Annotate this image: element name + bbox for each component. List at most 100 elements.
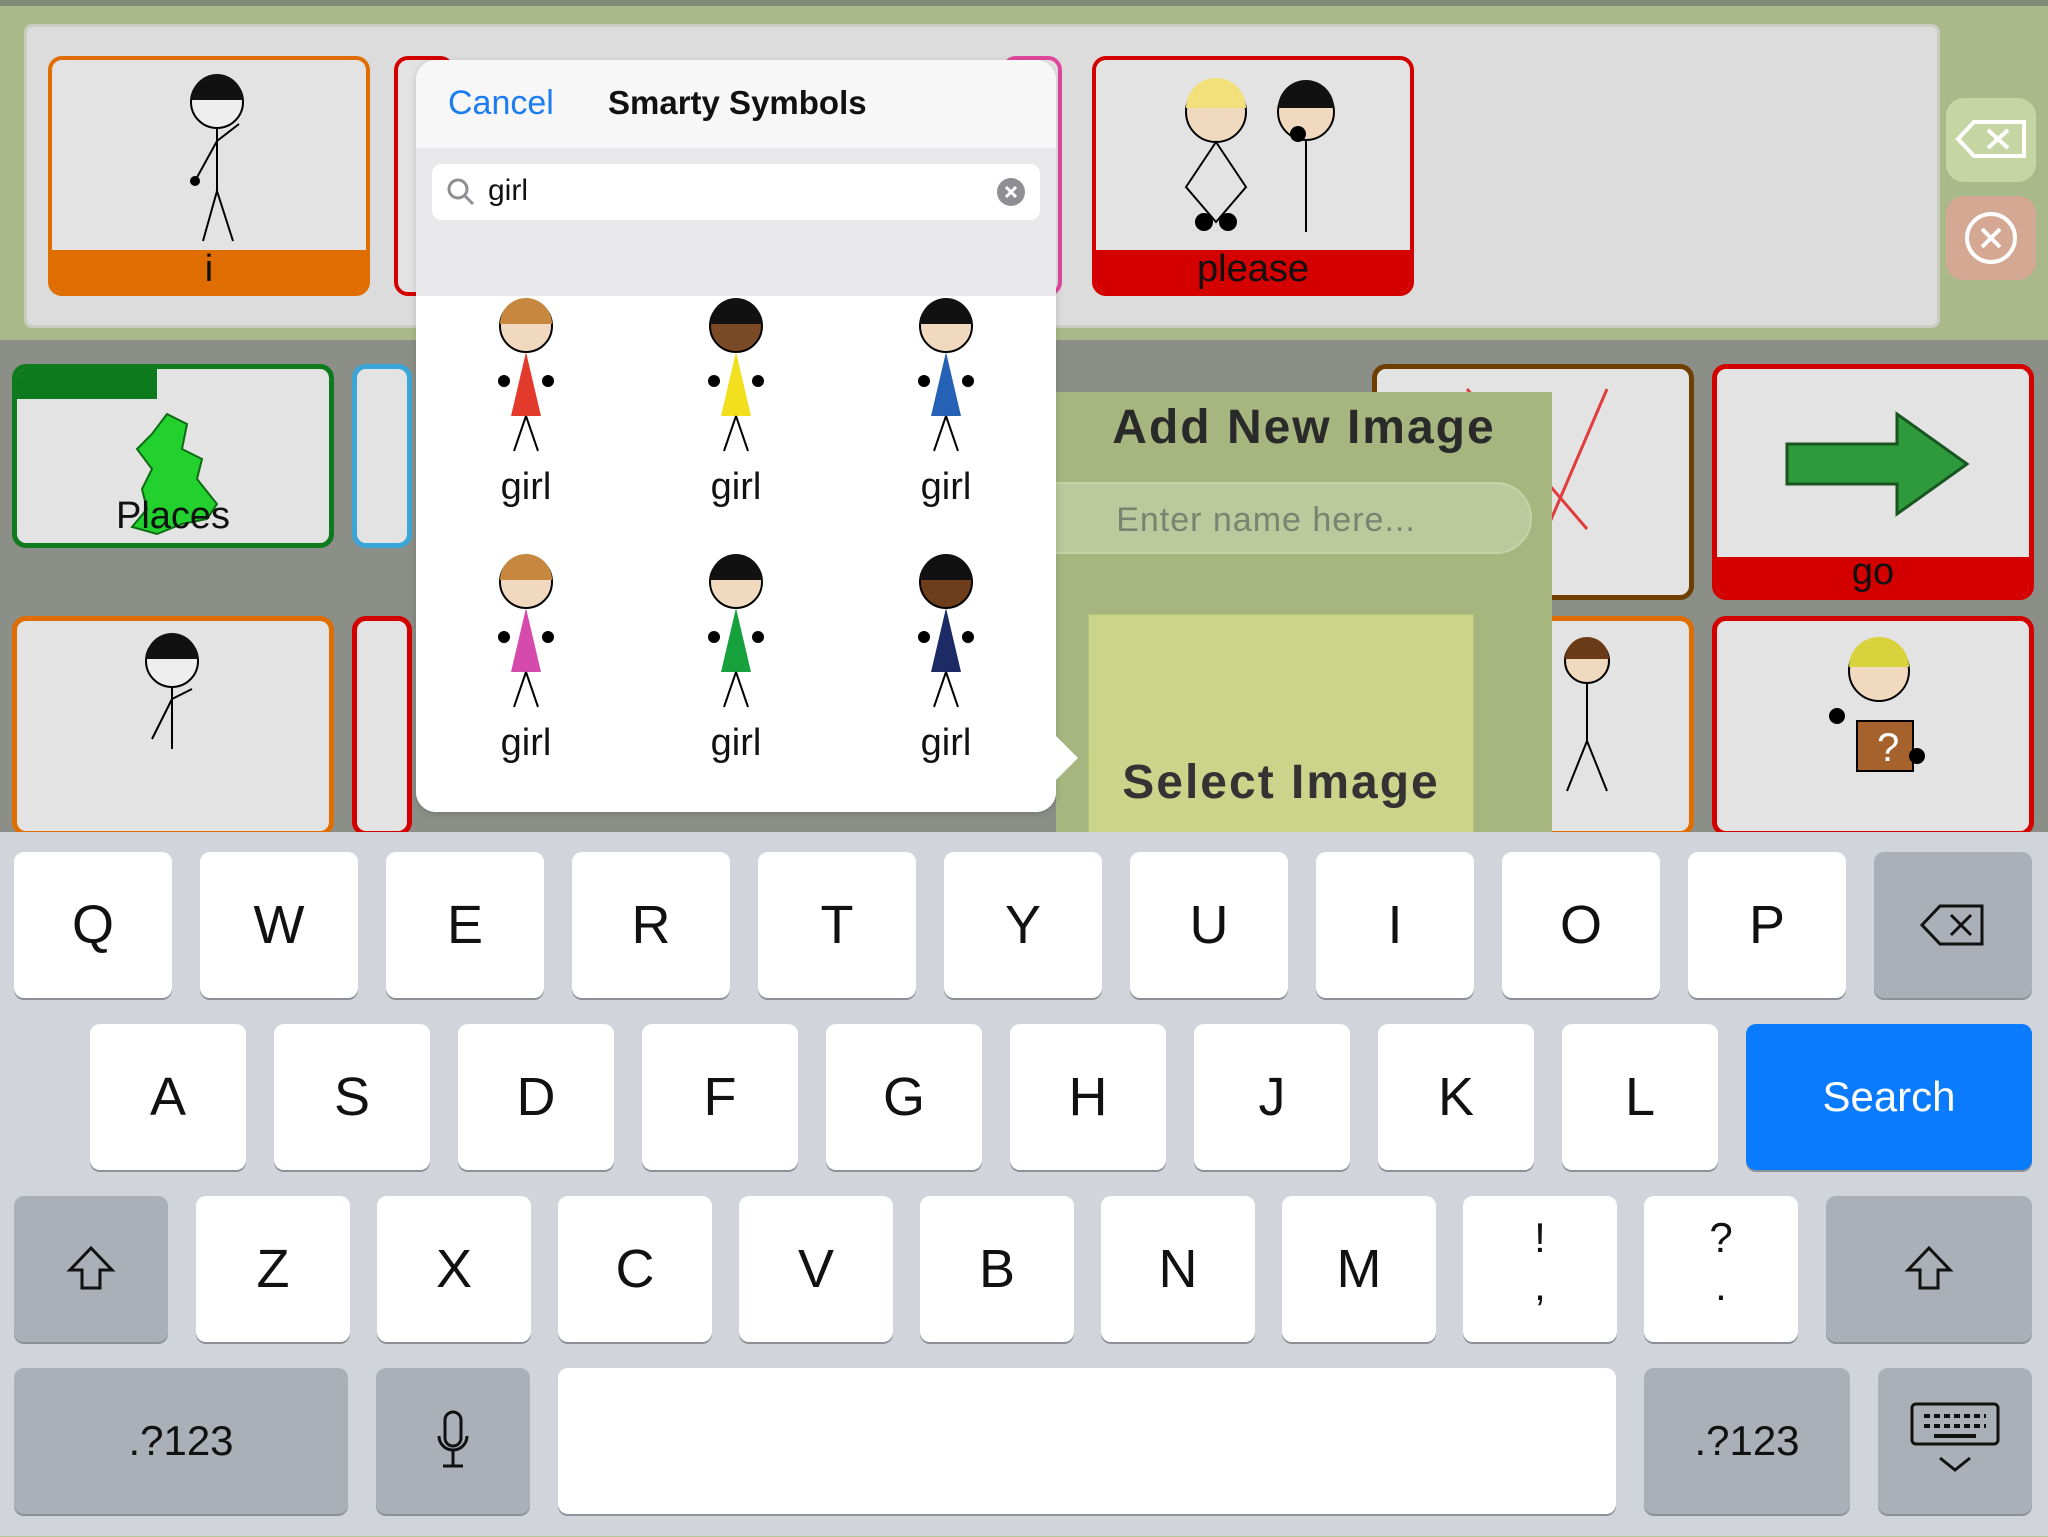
result-item[interactable]: girl [846,296,1046,556]
popover-header: Cancel Smarty Symbols [416,60,1056,149]
dismiss-keyboard-key[interactable] [1878,1368,2032,1514]
select-image-button[interactable]: Select Image [1088,614,1474,832]
search-text: girl [488,174,529,207]
result-label: girl [500,722,552,764]
key-e[interactable]: E [386,852,544,998]
result-item[interactable] [846,808,1046,812]
key-d[interactable]: D [458,1024,614,1170]
result-item[interactable] [636,808,836,812]
image-name-input[interactable]: Enter name here... [1000,482,1532,554]
key-secondary: , [1534,1262,1546,1309]
key-a[interactable]: A [90,1024,246,1170]
person-question-icon: ? [1829,637,1925,772]
key-q[interactable]: Q [14,852,172,998]
shift-key-right[interactable] [1826,1196,2032,1342]
numbers-key-right[interactable]: .?123 [1644,1368,1850,1514]
girl-icon [498,298,554,452]
delete-key[interactable] [1874,852,2032,998]
key-primary: ! [1534,1214,1546,1261]
backspace-icon [1919,904,1984,946]
key-t[interactable]: T [758,852,916,998]
microphone-icon [437,1410,469,1468]
key-r[interactable]: R [572,852,730,998]
key-f[interactable]: F [642,1024,798,1170]
girl-icon [676,808,796,812]
key-u[interactable]: U [1130,852,1288,998]
result-label: girl [710,466,762,508]
shift-icon [66,1245,116,1290]
key-z[interactable]: Z [196,1196,350,1342]
key-m[interactable]: M [1282,1196,1436,1342]
smarty-symbols-popover: Cancel Smarty Symbols girl girl girl gir… [416,60,1056,812]
folder-tab [17,369,157,399]
key-n[interactable]: N [1101,1196,1255,1342]
result-label: girl [920,722,972,764]
sentence-tile-please[interactable]: please [1092,56,1414,296]
result-label: girl [500,466,552,508]
please-icon [1184,78,1335,232]
search-key[interactable]: Search [1746,1024,2032,1170]
result-label: girl [710,722,762,764]
key-exclaim-comma[interactable]: ! , [1463,1196,1617,1342]
arrow-right-icon [1785,411,1970,517]
key-j[interactable]: J [1194,1024,1350,1170]
girl-icon [708,554,764,708]
tile-label: go [1851,551,1895,593]
popover-title: Smarty Symbols [608,84,867,121]
key-w[interactable]: W [200,852,358,998]
walking-person-icon [1564,637,1610,792]
girl-icon [466,808,586,812]
results-grid: girl girl girl girl girl girl [416,296,1056,812]
key-i[interactable]: I [1316,852,1474,998]
result-label: girl [920,466,972,508]
key-y[interactable]: Y [944,852,1102,998]
search-input[interactable]: girl [432,164,1040,220]
girl-icon [498,554,554,708]
key-v[interactable]: V [739,1196,893,1342]
key-p[interactable]: P [1688,852,1846,998]
keyboard-hide-icon [1910,1402,2000,1472]
sentence-tile-i[interactable]: i [48,56,370,296]
person-icon [145,633,199,749]
key-secondary: . [1715,1262,1727,1309]
result-item[interactable]: girl [636,552,836,812]
popover-arrow [1056,736,1078,780]
result-item[interactable]: girl [636,296,836,556]
grid-tile-i[interactable] [12,616,334,832]
key-h[interactable]: H [1010,1024,1166,1170]
result-item[interactable] [426,808,626,812]
grid-tile[interactable] [352,364,412,548]
cancel-button[interactable]: Cancel [448,84,554,123]
add-image-title: Add New Image [1112,401,1496,454]
key-o[interactable]: O [1502,852,1660,998]
tile-label: i [204,248,214,290]
key-k[interactable]: K [1378,1024,1534,1170]
girl-icon [918,298,974,452]
key-c[interactable]: C [558,1196,712,1342]
tile-label: Places [115,495,231,537]
dictation-key[interactable] [376,1368,530,1514]
grid-tile-go[interactable]: go [1712,364,2034,600]
result-item[interactable]: girl [426,296,626,556]
shift-key-left[interactable] [14,1196,168,1342]
result-item[interactable]: girl [426,552,626,812]
numbers-key-left[interactable]: .?123 [14,1368,348,1514]
key-b[interactable]: B [920,1196,1074,1342]
key-s[interactable]: S [274,1024,430,1170]
space-bar[interactable] [558,1368,1616,1514]
key-g[interactable]: G [826,1024,982,1170]
key-l[interactable]: L [1562,1024,1718,1170]
grid-tile[interactable] [352,616,412,832]
person-icon [190,74,244,242]
grid-tile-question[interactable]: ? [1712,616,2034,832]
clear-search-icon[interactable] [996,177,1026,207]
status-bar [0,0,2048,6]
key-question-period[interactable]: ? . [1644,1196,1798,1342]
key-x[interactable]: X [377,1196,531,1342]
clear-button[interactable] [1946,196,2036,280]
tile-label: please [1197,248,1309,290]
result-item[interactable]: girl [846,552,1046,812]
backspace-button[interactable] [1946,98,2036,182]
key-primary: ? [1709,1214,1733,1261]
grid-tile-places[interactable]: Places [12,364,334,548]
